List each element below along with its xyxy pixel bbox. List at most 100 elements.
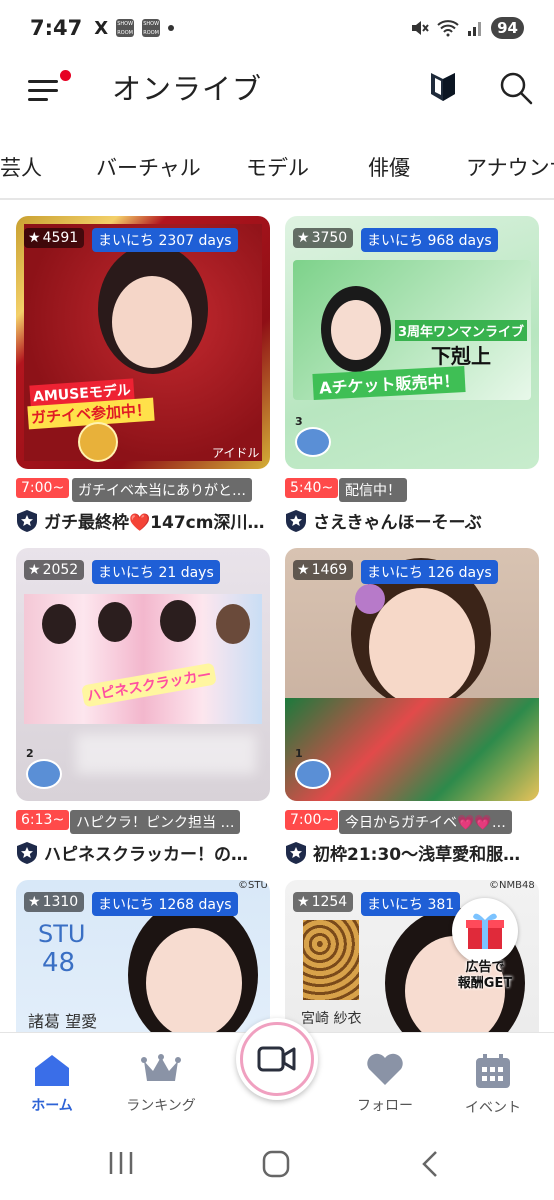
daily-streak-badge: まいにち 968 days <box>361 228 498 252</box>
tab-comedian[interactable]: 芸人 <box>0 152 42 182</box>
person-head <box>160 600 196 642</box>
star-count-value: 1254 <box>311 894 348 910</box>
card-title[interactable]: ガチ最終枠❤️147cm深川… <box>16 508 270 533</box>
status-text: ガチイベ本当にありがと… <box>72 478 252 502</box>
card-title-text: ガチ最終枠❤️147cm深川… <box>44 513 265 533</box>
menu-line <box>28 89 58 92</box>
gold-avatar-icon <box>78 422 118 462</box>
menu-line <box>28 80 58 83</box>
copyright-text: ©STU <box>238 880 268 891</box>
star-count-value: 2052 <box>42 562 79 578</box>
daily-streak-badge: まいにち 1268 days <box>92 892 238 916</box>
calendar-icon <box>476 1054 510 1088</box>
gift-icon <box>452 898 518 964</box>
beginner-badge-icon[interactable] <box>428 70 458 104</box>
nav-follow-label: フォロー <box>357 1098 413 1114</box>
nav-follow[interactable]: フォロー <box>330 1053 440 1115</box>
live-card[interactable]: STU 48 諸葛 望愛 ©STU ★ 1310 まいにち 1268 days <box>16 880 270 1034</box>
card-thumbnail[interactable]: 3周年ワンマンライブ 下剋上 Aチケット販売中！ 3 <box>285 216 539 469</box>
recent-apps-icon[interactable] <box>106 1150 136 1176</box>
star-icon: ★ <box>297 894 310 910</box>
person-face <box>112 276 192 368</box>
heart-icon <box>367 1053 403 1085</box>
notification-dot <box>60 70 71 81</box>
overlay-text: 下剋上 <box>431 344 491 368</box>
star-count: ★ 4591 <box>24 228 85 248</box>
ad-label: 広告で 報酬GET <box>446 960 524 992</box>
star-count: ★ 1310 <box>24 892 85 912</box>
card-title[interactable]: さえきゃんほーそーぶ <box>285 508 539 533</box>
star-count-value: 3750 <box>311 230 348 246</box>
tab-actor[interactable]: 俳優 <box>368 152 410 182</box>
search-icon[interactable] <box>498 70 534 106</box>
menu-button[interactable] <box>24 70 72 110</box>
star-count: ★ 2052 <box>24 560 85 580</box>
hair-flower <box>355 584 385 614</box>
copyright-text: ©NMB48 <box>489 880 535 891</box>
gift-box-icon <box>466 913 504 949</box>
system-navigation-bar <box>0 1124 554 1200</box>
back-icon[interactable] <box>420 1150 442 1178</box>
card-thumbnail[interactable]: 1 <box>285 548 539 801</box>
nav-ranking[interactable]: ランキング <box>106 1053 216 1115</box>
person-head <box>98 602 132 642</box>
crown-icon <box>141 1054 181 1081</box>
ad-label-line2: 報酬GET <box>457 976 513 991</box>
star-count-value: 1469 <box>311 562 348 578</box>
rank-badge: 2 <box>26 747 64 789</box>
card-thumbnail[interactable]: AMUSEモデル ガチイベ参加中！ アイドル <box>16 216 270 469</box>
rank-badge: 1 <box>295 747 333 789</box>
start-time: 5:40~ <box>285 478 339 498</box>
person-face <box>369 588 475 706</box>
card-title[interactable]: ハピネスクラッカー！の… <box>16 840 270 865</box>
group-logo-text: STU <box>38 920 86 948</box>
showroom-app-icon: SHOW ROOM <box>116 19 135 37</box>
nav-ranking-label: ランキング <box>126 1098 196 1114</box>
shield-icon <box>17 841 37 864</box>
nav-event[interactable]: イベント <box>438 1053 548 1117</box>
page-title: オンライブ <box>112 72 263 106</box>
status-text: 配信中！ <box>339 478 407 502</box>
tab-virtual[interactable]: バーチャル <box>96 152 201 182</box>
card-thumbnail[interactable]: ハピネスクラッカー 2 <box>16 548 270 801</box>
ad-label-line1: 広告で <box>465 960 505 975</box>
nav-home-label: ホーム <box>31 1098 73 1114</box>
category-tabs: 芸人 バーチャル モデル 俳優 アナウンサ <box>0 140 554 200</box>
status-text: ハピクラ！ピンク担当 … <box>70 810 241 834</box>
person-face <box>146 928 242 1034</box>
card-title[interactable]: 初枠21:30〜浅草愛和服… <box>285 840 539 865</box>
blurred-area <box>76 734 256 774</box>
signal-icon <box>468 22 482 36</box>
nav-home[interactable]: ホーム <box>0 1053 107 1115</box>
video-camera-icon <box>257 1046 296 1072</box>
group-logo-number: 48 <box>42 948 76 978</box>
card-title-text: さえきゃんほーそーぶ <box>313 513 482 533</box>
card-title-text: 初枠21:30〜浅草愛和服… <box>313 845 521 865</box>
rank-mascot-icon <box>26 759 62 789</box>
star-count: ★ 3750 <box>293 228 354 248</box>
home-system-icon[interactable] <box>262 1150 290 1178</box>
status-notification-icons: X SHOW ROOM SHOW ROOM <box>94 18 175 39</box>
star-icon: ★ <box>28 894 41 910</box>
tab-announcer[interactable]: アナウンサ <box>466 152 554 182</box>
overlay-text: 3周年ワンマンライブ <box>395 320 528 341</box>
tab-model[interactable]: モデル <box>246 152 309 182</box>
status-text: 今日からガチイベ💗💗… <box>339 810 512 834</box>
start-broadcast-button[interactable] <box>236 1018 318 1100</box>
star-icon: ★ <box>297 230 310 246</box>
star-count: ★ 1254 <box>293 892 354 912</box>
daily-streak-badge: まいにち 21 days <box>92 560 220 584</box>
member-name: 諸葛 望愛 <box>28 1012 98 1031</box>
person-head <box>216 604 250 644</box>
home-icon <box>35 1055 69 1086</box>
person-face <box>331 300 381 360</box>
rank-number: 2 <box>26 747 34 760</box>
star-icon: ★ <box>297 562 310 578</box>
star-icon: ★ <box>28 230 41 246</box>
ad-reward-button[interactable]: 広告で 報酬GET <box>446 896 524 996</box>
rank-number: 1 <box>295 747 303 760</box>
shield-icon <box>286 841 306 864</box>
star-count-value: 1310 <box>42 894 79 910</box>
shield-icon <box>286 509 306 532</box>
nav-event-label: イベント <box>465 1100 521 1116</box>
